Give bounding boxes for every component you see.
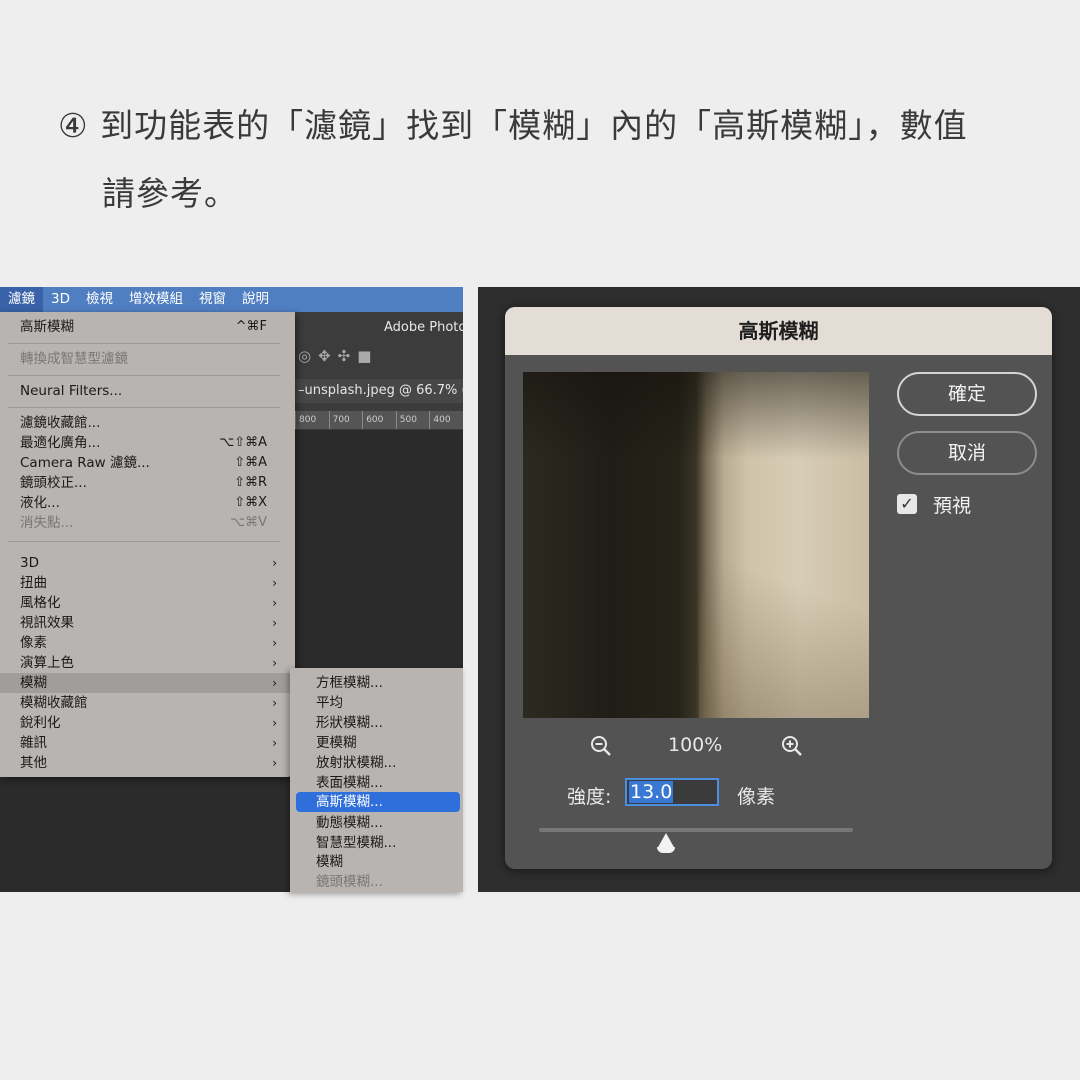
menu-item-other[interactable]: 其他 › <box>0 753 295 773</box>
menu-help[interactable]: 說明 <box>234 287 277 312</box>
chevron-right-icon: › <box>272 676 277 690</box>
ruler-tick: 400 <box>429 411 463 429</box>
menu-item-smart-filter: 轉換成智慧型濾鏡 <box>20 351 128 367</box>
radius-slider-track[interactable] <box>539 828 853 832</box>
radius-slider-thumb-base[interactable] <box>657 847 675 853</box>
chevron-right-icon: › <box>272 576 277 590</box>
chevron-right-icon: › <box>272 756 277 770</box>
menu-item-blur-gallery[interactable]: 模糊收藏館 › <box>0 693 295 713</box>
menu-item-noise[interactable]: 雜訊 › <box>0 733 295 753</box>
zoom-out-icon[interactable] <box>589 734 613 758</box>
chevron-right-icon: › <box>272 616 277 630</box>
rotate-view-icon[interactable]: ◎ <box>298 347 318 365</box>
options-icons: ◎✥✣■ <box>298 347 378 365</box>
menu-item-render[interactable]: 演算上色 › <box>0 653 295 673</box>
video-icon[interactable]: ■ <box>357 347 378 365</box>
submenu-item-blur[interactable]: 模糊 <box>290 852 463 872</box>
ruler-tick: 600 <box>362 411 396 429</box>
menu-window[interactable]: 視窗 <box>191 287 234 312</box>
menu-item-sharpen[interactable]: 銳利化 › <box>0 713 295 733</box>
gaussian-blur-dialog: 高斯模糊 確定 取消 ✓ 預視 100% 強度: 13.0 像素 <box>505 307 1052 869</box>
radius-input[interactable]: 13.0 <box>625 778 719 806</box>
instruction-line-2: 請參考。 <box>102 174 238 213</box>
submenu-item-box-blur[interactable]: 方框模糊... <box>290 673 463 693</box>
chevron-right-icon: › <box>272 656 277 670</box>
move-icon[interactable]: ✣ <box>338 347 358 365</box>
submenu-item-shape-blur[interactable]: 形狀模糊... <box>290 713 463 733</box>
radius-label: 強度: <box>567 786 612 808</box>
menu-item-neural-filters[interactable]: Neural Filters... <box>0 381 295 401</box>
submenu-item-smart-blur[interactable]: 智慧型模糊... <box>290 833 463 853</box>
preview-checkbox[interactable]: ✓ <box>897 494 917 514</box>
submenu-item-radial-blur[interactable]: 放射狀模糊... <box>290 753 463 773</box>
radius-unit: 像素 <box>737 786 776 808</box>
instruction-text: ④ 到功能表的「濾鏡」找到「模糊」內的「高斯模糊」，數值 請參考。 <box>58 92 1038 228</box>
ruler: 800 700 600 500 400 <box>295 411 463 429</box>
menu-filter[interactable]: 濾鏡 <box>0 287 43 312</box>
ruler-tick: 500 <box>395 411 430 429</box>
menu-bar: 濾鏡 3D 檢視 增效模組 視窗 說明 <box>0 287 463 312</box>
ok-button[interactable]: 確定 <box>897 372 1037 416</box>
menu-item-liquify[interactable]: 液化... ⇧⌘X <box>0 493 295 513</box>
menu-item-3d[interactable]: 3D › <box>0 553 295 573</box>
zoom-level: 100% <box>668 734 723 756</box>
menu-view[interactable]: 檢視 <box>78 287 121 312</box>
app-title: Adobe Photo <box>384 320 463 335</box>
menu-item-last-filter[interactable]: 高斯模糊 ^⌘F <box>0 317 295 337</box>
menu-item-video[interactable]: 視訊效果 › <box>0 613 295 633</box>
submenu-item-lens-blur: 鏡頭模糊... <box>316 874 383 890</box>
menu-separator <box>8 407 280 408</box>
document-tab[interactable]: –unsplash.jpeg @ 66.7% ( <box>295 379 463 403</box>
menu-item-vanishing-point: 消失點... ⌥⌘V <box>20 515 267 531</box>
menu-separator <box>8 375 280 376</box>
menu-item-pixelate[interactable]: 像素 › <box>0 633 295 653</box>
chevron-right-icon: › <box>272 556 277 570</box>
submenu-item-surface-blur[interactable]: 表面模糊... <box>290 773 463 793</box>
menu-item-filter-gallery[interactable]: 濾鏡收藏館... <box>0 413 295 433</box>
submenu-item-motion-blur[interactable]: 動態模糊... <box>290 813 463 833</box>
menu-separator <box>8 343 280 344</box>
menu-3d[interactable]: 3D <box>43 287 78 312</box>
preview-label: 預視 <box>933 495 972 517</box>
submenu-item-gaussian-blur[interactable]: 高斯模糊... <box>296 792 460 812</box>
submenu-item-average[interactable]: 平均 <box>290 693 463 713</box>
menu-item-camera-raw[interactable]: Camera Raw 濾鏡... ⇧⌘A <box>0 453 295 473</box>
blur-preview[interactable] <box>523 372 869 718</box>
menu-item-lens-correction[interactable]: 鏡頭校正... ⇧⌘R <box>0 473 295 493</box>
chevron-right-icon: › <box>272 636 277 650</box>
menu-separator <box>8 541 280 542</box>
pan-icon[interactable]: ✥ <box>318 347 338 365</box>
chevron-right-icon: › <box>272 716 277 730</box>
ruler-tick: 800 <box>295 411 329 429</box>
zoom-in-icon[interactable] <box>780 734 804 758</box>
chevron-right-icon: › <box>272 736 277 750</box>
submenu-item-blur-more[interactable]: 更模糊 <box>290 733 463 753</box>
radius-value: 13.0 <box>629 781 674 803</box>
chevron-right-icon: › <box>272 596 277 610</box>
menu-item-blur[interactable]: 模糊 › <box>0 673 295 693</box>
menu-item-adaptive-wide-angle[interactable]: 最適化廣角... ⌥⇧⌘A <box>0 433 295 453</box>
blur-submenu: 方框模糊... 平均 形狀模糊... 更模糊 放射狀模糊... 表面模糊... … <box>290 668 463 892</box>
instruction-line-1: ④ 到功能表的「濾鏡」找到「模糊」內的「高斯模糊」，數值 <box>58 106 968 145</box>
menu-item-stylize[interactable]: 風格化 › <box>0 593 295 613</box>
cancel-button[interactable]: 取消 <box>897 431 1037 475</box>
menu-item-distort[interactable]: 扭曲 › <box>0 573 295 593</box>
filter-dropdown: 高斯模糊 ^⌘F 轉換成智慧型濾鏡 Neural Filters... 濾鏡收藏館… <box>0 312 295 777</box>
chevron-right-icon: › <box>272 696 277 710</box>
menu-plugins[interactable]: 增效模組 <box>121 287 191 312</box>
dialog-title: 高斯模糊 <box>505 307 1052 355</box>
ruler-tick: 700 <box>328 411 363 429</box>
